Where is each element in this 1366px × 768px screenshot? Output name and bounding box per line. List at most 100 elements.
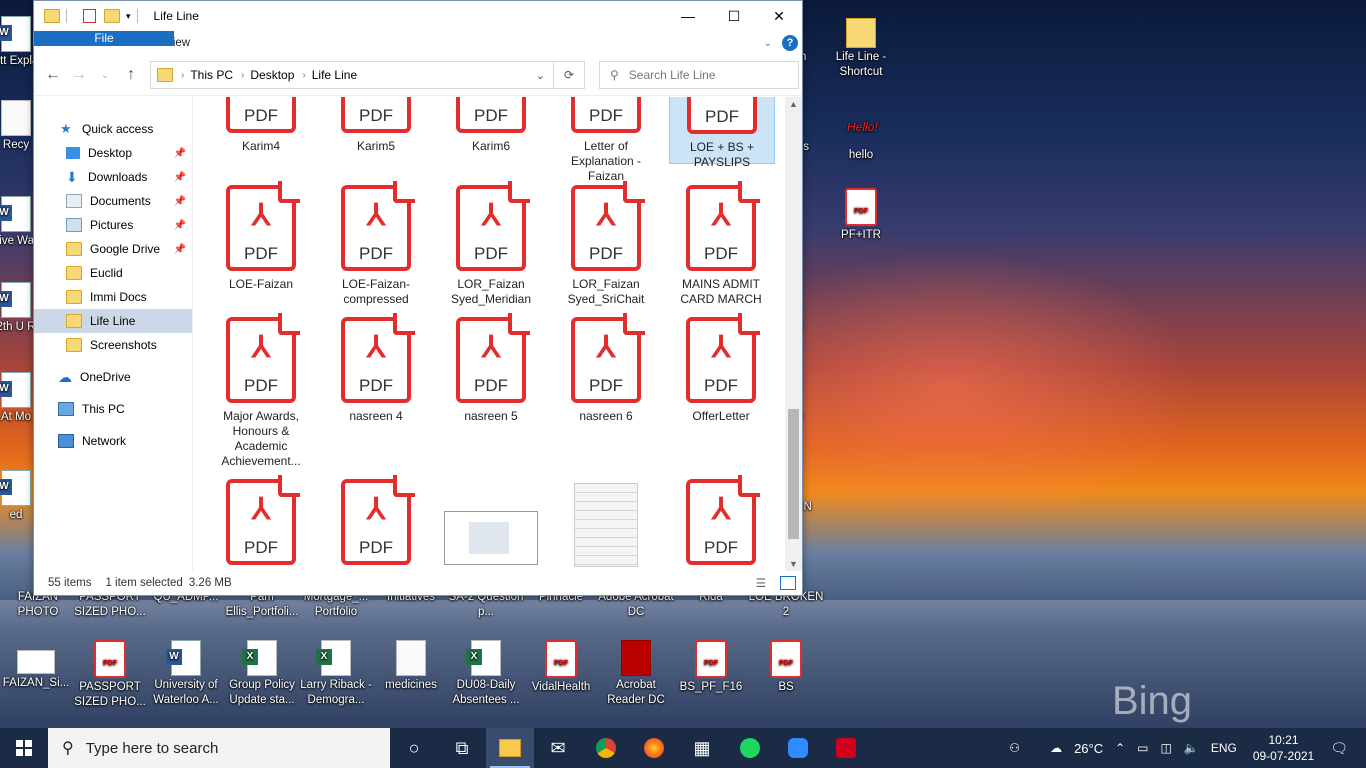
- notifications-icon[interactable]: 🗨: [1330, 740, 1348, 757]
- help-icon[interactable]: ?: [782, 35, 798, 51]
- close-button[interactable]: ✕: [756, 1, 802, 31]
- chevron-right-icon[interactable]: ›: [302, 70, 305, 81]
- file-item[interactable]: ⅄ PDF LOR_Faizan Syed_SriChait: [554, 181, 658, 307]
- battery-icon[interactable]: ▭: [1137, 741, 1148, 755]
- desktop-icon-hello[interactable]: Hello! hello: [823, 112, 899, 163]
- chevron-down-icon[interactable]: ▾: [126, 11, 131, 22]
- search-input[interactable]: ⚲ Search Life Line: [599, 61, 799, 89]
- people-icon[interactable]: ⚇: [1009, 741, 1020, 755]
- back-arrow-icon[interactable]: ←: [40, 66, 66, 84]
- sidebar-item-network[interactable]: Network: [34, 429, 192, 453]
- desktop-icon-bs[interactable]: BS: [748, 640, 824, 695]
- refresh-button[interactable]: ⟳: [554, 61, 585, 89]
- file-item[interactable]: ⅄ PDF LOE-Faizan-compressed: [324, 181, 428, 307]
- clock[interactable]: 10:21 09-07-2021: [1253, 732, 1314, 764]
- desktop-icon-medicines[interactable]: medicines: [373, 640, 449, 693]
- file-item-selected[interactable]: PDF LOE + BS + PAYSLIPS: [669, 97, 775, 169]
- breadcrumb-this-pc[interactable]: This PC: [190, 68, 233, 82]
- desktop-icon-bs-pf[interactable]: BS_PF_F16: [673, 640, 749, 695]
- minimize-button[interactable]: —: [665, 1, 711, 31]
- file-item[interactable]: ⅄ PDF OfferLetter: [669, 313, 773, 424]
- title-bar[interactable]: ▾ Life Line — ☐ ✕: [34, 1, 802, 31]
- pin-icon[interactable]: 📌: [174, 244, 186, 255]
- forward-arrow-icon[interactable]: →: [66, 66, 92, 84]
- spotify-icon[interactable]: [726, 728, 774, 768]
- details-view-icon[interactable]: ☰: [756, 576, 766, 590]
- file-item[interactable]: ⅄ PDF nasreen 6: [554, 313, 658, 424]
- desktop-icon-passport[interactable]: PASSPORT SIZED PHO...: [72, 640, 148, 710]
- sidebar-item-euclid[interactable]: Euclid: [34, 261, 192, 285]
- file-item[interactable]: PDF Karim6: [439, 97, 543, 154]
- sidebar-item-desktop[interactable]: Desktop 📌: [34, 141, 192, 165]
- properties-icon[interactable]: [83, 9, 96, 23]
- address-bar[interactable]: › This PC › Desktop › Life Line ⌄: [150, 61, 554, 89]
- scroll-down-icon[interactable]: ▼: [789, 559, 798, 569]
- pin-icon[interactable]: 📌: [174, 196, 186, 207]
- pin-icon[interactable]: 📌: [174, 220, 186, 231]
- pin-icon[interactable]: 📌: [174, 148, 186, 159]
- file-explorer-taskbar-icon[interactable]: [486, 728, 534, 768]
- desktop-icon-group-policy[interactable]: Group Policy Update sta...: [224, 640, 300, 708]
- taskbar-search-input[interactable]: ⚲ Type here to search: [48, 728, 390, 768]
- chrome-icon[interactable]: [582, 728, 630, 768]
- file-item[interactable]: [439, 479, 543, 571]
- acrobat-taskbar-icon[interactable]: [822, 728, 870, 768]
- sidebar-item-immi-docs[interactable]: Immi Docs: [34, 285, 192, 309]
- show-hidden-icons-icon[interactable]: ⌃: [1115, 741, 1125, 755]
- language-indicator[interactable]: ENG: [1211, 741, 1237, 755]
- new-folder-icon[interactable]: [104, 9, 120, 23]
- file-item[interactable]: PDF Karim4: [209, 97, 313, 154]
- network-tray-icon[interactable]: ◫: [1161, 741, 1172, 755]
- sidebar-item-life-line[interactable]: Life Line: [34, 309, 192, 333]
- breadcrumb-life-line[interactable]: Life Line: [312, 68, 357, 82]
- desktop-icon-faizan-sig[interactable]: FAIZAN_Si...: [0, 640, 74, 691]
- chevron-down-icon[interactable]: ⌄: [536, 69, 545, 82]
- file-item[interactable]: ⅄ PDF LOE-Faizan: [209, 181, 313, 292]
- sidebar-item-documents[interactable]: Documents 📌: [34, 189, 192, 213]
- file-item[interactable]: ⅄ PDF: [669, 475, 773, 571]
- desktop-icon-waterloo[interactable]: University of Waterloo A...: [148, 640, 224, 708]
- sidebar-item-downloads[interactable]: ⬇ Downloads 📌: [34, 165, 192, 189]
- zoom-icon[interactable]: [774, 728, 822, 768]
- expand-ribbon-icon[interactable]: ⌄: [764, 38, 772, 49]
- file-item[interactable]: ⅄ PDF: [209, 475, 313, 571]
- chevron-right-icon[interactable]: ›: [181, 70, 184, 81]
- file-item[interactable]: PDF Karim5: [324, 97, 428, 154]
- weather-temp[interactable]: 26°C: [1074, 741, 1103, 756]
- tab-file[interactable]: File: [34, 31, 174, 46]
- file-item[interactable]: ⅄ PDF nasreen 5: [439, 313, 543, 424]
- breadcrumb-desktop[interactable]: Desktop: [250, 68, 294, 82]
- file-item[interactable]: ⅄ PDF nasreen 4: [324, 313, 428, 424]
- file-explorer-window[interactable]: ▾ Life Line — ☐ ✕ File Home Share View ⌄…: [33, 0, 803, 596]
- sidebar-item-screenshots[interactable]: Screenshots: [34, 333, 192, 357]
- recent-dropdown-icon[interactable]: ⌄: [92, 70, 118, 81]
- scroll-up-icon[interactable]: ▲: [789, 99, 798, 109]
- file-item[interactable]: ⅄ PDF: [324, 475, 428, 571]
- desktop-icon-lifeline-shortcut[interactable]: Life Line - Shortcut: [823, 12, 899, 80]
- calculator-icon[interactable]: ▦: [678, 728, 726, 768]
- file-item[interactable]: ⅄ PDF Major Awards, Honours & Academic Ach…: [209, 313, 313, 469]
- start-button[interactable]: [0, 728, 48, 768]
- desktop-icon-vidal[interactable]: VidalHealth: [523, 640, 599, 695]
- cortana-icon[interactable]: ○: [390, 728, 438, 768]
- scrollbar-thumb[interactable]: [788, 409, 799, 539]
- pin-icon[interactable]: 📌: [174, 172, 186, 183]
- vertical-scrollbar[interactable]: ▲ ▼: [785, 97, 802, 571]
- mail-icon[interactable]: ✉: [534, 728, 582, 768]
- large-icons-view-icon[interactable]: [780, 576, 796, 590]
- sidebar-item-onedrive[interactable]: ☁ OneDrive: [34, 365, 192, 389]
- maximize-button[interactable]: ☐: [711, 1, 757, 31]
- file-item[interactable]: [554, 479, 658, 571]
- desktop-icon-larry[interactable]: Larry Riback - Demogra...: [298, 640, 374, 708]
- chevron-right-icon[interactable]: ›: [241, 70, 244, 81]
- volume-icon[interactable]: 🔈: [1184, 741, 1199, 755]
- sidebar-item-pictures[interactable]: Pictures 📌: [34, 213, 192, 237]
- desktop-icon-du08[interactable]: DU08-Daily Absentees ...: [448, 640, 524, 708]
- file-item[interactable]: PDF Letter of Explanation -Faizan: [554, 97, 658, 184]
- nav-quick-access[interactable]: ★ Quick access: [34, 117, 192, 141]
- file-item[interactable]: ⅄ PDF MAINS ADMIT CARD MARCH: [669, 181, 773, 307]
- file-item[interactable]: ⅄ PDF LOR_Faizan Syed_Meridian: [439, 181, 543, 307]
- firefox-icon[interactable]: [630, 728, 678, 768]
- sidebar-item-this-pc[interactable]: This PC: [34, 397, 192, 421]
- task-view-icon[interactable]: ⧉: [438, 728, 486, 768]
